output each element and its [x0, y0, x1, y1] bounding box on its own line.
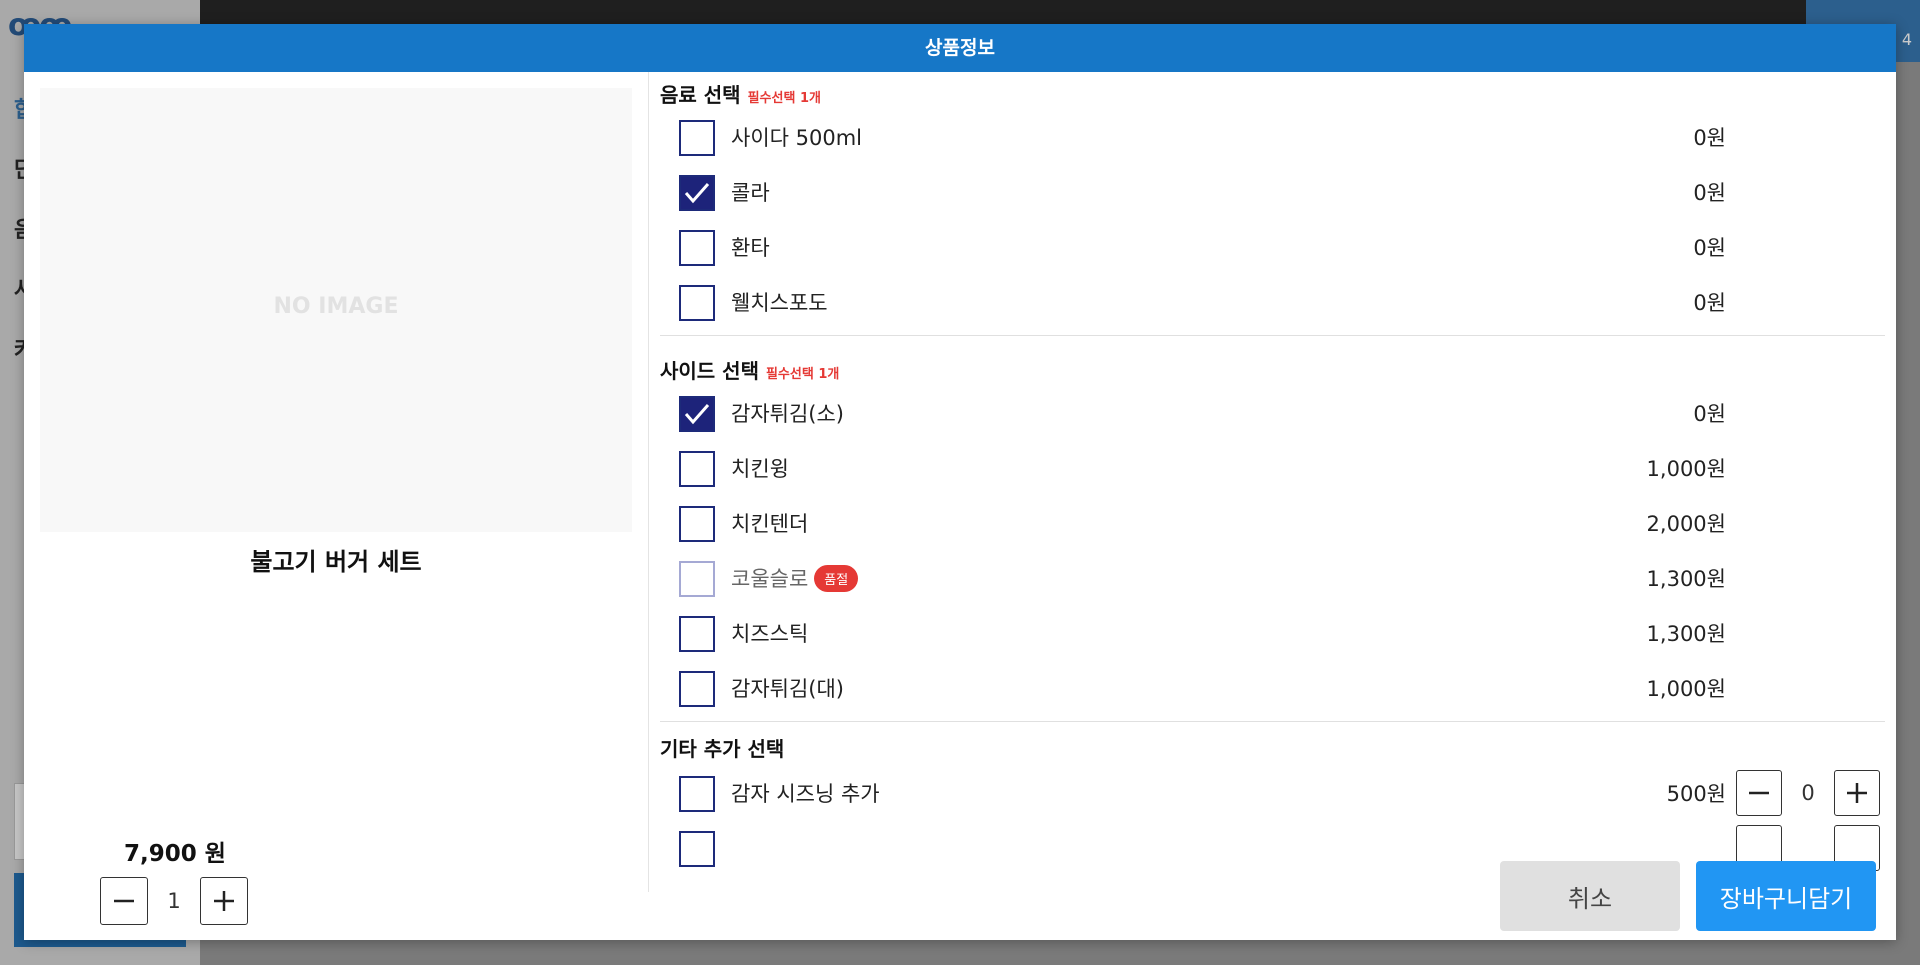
option-price: 0원 — [1693, 291, 1726, 315]
increase-button[interactable] — [1834, 770, 1880, 816]
option-price: 500원 — [1666, 782, 1726, 806]
image-placeholder-text: NO IMAGE — [273, 293, 399, 319]
option-checkbox[interactable] — [679, 120, 715, 156]
option-checkbox[interactable] — [679, 776, 715, 812]
option-row[interactable]: 사이다 500ml 0원 — [649, 112, 1896, 167]
option-row[interactable]: 치킨윙 1,000원 — [649, 443, 1896, 498]
option-checkbox[interactable] — [679, 831, 715, 867]
decrease-button[interactable] — [100, 877, 148, 925]
option-row[interactable]: 치킨텐더 2,000원 — [649, 498, 1896, 553]
minus-icon — [1749, 791, 1769, 795]
option-price: 0원 — [1693, 402, 1726, 426]
modal-title: 상품정보 — [24, 24, 1896, 72]
option-name: 사이다 500ml — [731, 126, 863, 150]
option-row[interactable]: 감자튀김(소) 0원 — [649, 388, 1896, 443]
option-price: 1,000원 — [1646, 457, 1726, 481]
option-price: 0원 — [1693, 181, 1726, 205]
options-panel[interactable]: 음료 선택 필수선택 1개 사이다 500ml 0원 콜라 0원 환타 0원 웰… — [649, 72, 1896, 898]
plus-icon — [214, 891, 234, 911]
option-name: 콜라 — [731, 181, 770, 205]
check-icon — [684, 404, 710, 425]
decrease-button[interactable] — [1736, 770, 1782, 816]
product-summary-panel: NO IMAGE 불고기 버거 세트 7,900 원 1 — [24, 72, 648, 925]
option-quantity-value: 0 — [1801, 781, 1815, 805]
product-name: 불고기 버거 세트 — [250, 548, 422, 576]
option-price: 2,000원 — [1646, 512, 1726, 536]
minus-icon — [114, 899, 134, 903]
option-price: 0원 — [1693, 236, 1726, 260]
background-topbar — [200, 0, 1806, 24]
option-price: 1,300원 — [1646, 622, 1726, 646]
option-row-soldout: 코울슬로 품절 1,300원 — [649, 553, 1896, 608]
option-row[interactable]: 웰치스포도 0원 — [649, 277, 1896, 332]
option-name: 치킨윙 — [731, 457, 789, 481]
required-badge: 필수선택 1개 — [765, 367, 840, 382]
plus-icon — [1847, 783, 1867, 803]
product-image: NO IMAGE — [40, 88, 632, 532]
option-name: 환타 — [731, 236, 770, 260]
option-name: 치즈스틱 — [731, 622, 809, 646]
product-info-modal: 상품정보 NO IMAGE 불고기 버거 세트 7,900 원 1 음료 선택 … — [24, 24, 1896, 940]
option-name: 웰치스포도 — [731, 291, 828, 315]
group-title-text: 음료 선택 — [660, 83, 741, 107]
option-row[interactable]: 치즈스틱 1,300원 — [649, 608, 1896, 663]
option-name: 코울슬로 — [731, 567, 809, 591]
soldout-badge: 품절 — [814, 564, 859, 592]
option-row[interactable]: 콜라 0원 — [649, 167, 1896, 222]
check-icon — [684, 183, 710, 204]
add-to-cart-button[interactable]: 장바구니담기 — [1696, 861, 1876, 931]
option-checkbox — [679, 561, 715, 597]
required-badge: 필수선택 1개 — [747, 91, 821, 106]
option-name: 감자튀김(소) — [731, 402, 844, 426]
group-title-text: 기타 추가 선택 — [660, 737, 785, 761]
option-group-extra: 기타 추가 선택 감자 시즈닝 추가 500원 0 — [649, 722, 1896, 878]
option-group-side: 사이드 선택 필수선택 1개 감자튀김(소) 0원 치킨윙 1,000원 치킨텐… — [649, 336, 1896, 722]
product-price: 7,900 원 — [124, 841, 226, 867]
option-row[interactable]: 감자튀김(대) 1,000원 — [649, 663, 1896, 718]
option-checkbox[interactable] — [679, 175, 715, 211]
option-checkbox[interactable] — [679, 396, 715, 432]
bg-corner-text: 4 — [1901, 30, 1912, 49]
cancel-button[interactable]: 취소 — [1500, 861, 1680, 931]
option-quantity-stepper: 0 — [1736, 770, 1880, 816]
group-title: 기타 추가 선택 — [649, 736, 1896, 762]
increase-button[interactable] — [200, 877, 248, 925]
quantity-stepper: 1 — [100, 877, 248, 925]
group-title: 사이드 선택 필수선택 1개 — [649, 358, 1896, 384]
group-title-text: 사이드 선택 — [660, 359, 759, 383]
quantity-value: 1 — [167, 889, 181, 913]
option-checkbox[interactable] — [679, 671, 715, 707]
option-name: 치킨텐더 — [731, 512, 809, 536]
option-name-wrap: 코울슬로 품절 — [731, 563, 859, 593]
option-checkbox[interactable] — [679, 230, 715, 266]
option-group-drink: 음료 선택 필수선택 1개 사이다 500ml 0원 콜라 0원 환타 0원 웰… — [649, 72, 1896, 336]
option-row[interactable]: 환타 0원 — [649, 222, 1896, 277]
option-checkbox[interactable] — [679, 616, 715, 652]
option-row[interactable]: 감자 시즈닝 추가 500원 0 — [649, 768, 1896, 823]
option-name: 감자튀김(대) — [731, 677, 844, 701]
option-price: 1,300원 — [1646, 567, 1726, 591]
group-title: 음료 선택 필수선택 1개 — [649, 82, 1896, 108]
option-price: 0원 — [1693, 126, 1726, 150]
option-checkbox[interactable] — [679, 285, 715, 321]
option-name: 감자 시즈닝 추가 — [731, 782, 880, 806]
option-price: 1,000원 — [1646, 677, 1726, 701]
option-checkbox[interactable] — [679, 506, 715, 542]
option-checkbox[interactable] — [679, 451, 715, 487]
